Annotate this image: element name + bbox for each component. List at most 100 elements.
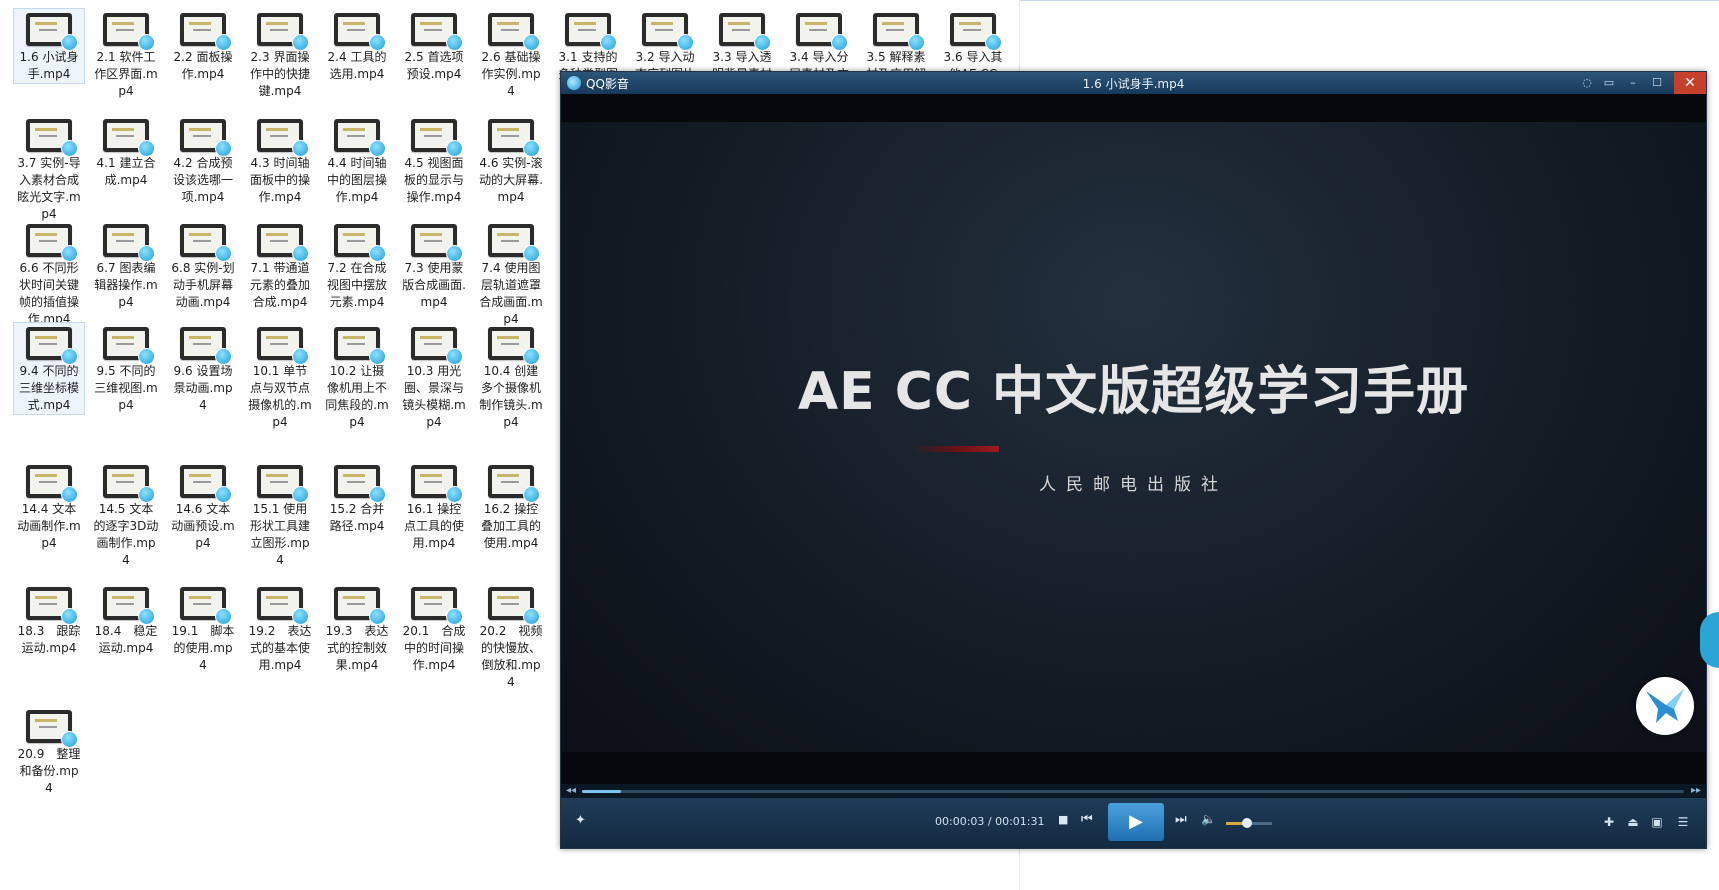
- file-tile[interactable]: 14.5 文本的逐字3D动画制作.mp4: [90, 460, 162, 570]
- video-thumbnail-icon: [565, 13, 617, 51]
- close-button[interactable]: ✕: [1674, 72, 1706, 94]
- volume-slider[interactable]: [1226, 818, 1272, 828]
- next-icon[interactable]: ⏭: [1175, 812, 1187, 827]
- file-tile[interactable]: 20.2 视频的快慢放、倒放和.mp4: [475, 582, 547, 692]
- file-tile[interactable]: 4.1 建立合成.mp4: [90, 114, 162, 190]
- file-name: 10.1 单节点与双节点摄像机的.mp4: [248, 364, 312, 429]
- video-thumbnail-icon: [334, 587, 386, 625]
- file-tile[interactable]: 2.5 首选项预设.mp4: [398, 8, 470, 84]
- eject-icon[interactable]: ⏏: [1624, 813, 1642, 831]
- file-tile[interactable]: 2.6 基础操作实例.mp4: [475, 8, 547, 101]
- file-tile[interactable]: 7.4 使用图层轨道遮罩合成画面.mp4: [475, 219, 547, 329]
- file-tile[interactable]: 19.1 脚本的使用.mp4: [167, 582, 239, 675]
- file-tile[interactable]: 4.4 时间轴中的图层操作.mp4: [321, 114, 393, 207]
- file-name: 20.1 合成中的时间操作.mp4: [402, 624, 466, 672]
- video-thumbnail-icon: [257, 465, 309, 503]
- file-tile[interactable]: 18.3 跟踪运动.mp4: [13, 582, 85, 658]
- video-thumbnail-icon: [103, 327, 155, 365]
- video-thumbnail-icon: [411, 327, 463, 365]
- file-tile[interactable]: 6.6 不同形状时间关键帧的插值操作.mp4: [13, 219, 85, 329]
- file-tile[interactable]: 7.3 使用蒙版合成画面.mp4: [398, 219, 470, 312]
- video-thumbnail-icon: [103, 13, 155, 51]
- maximize-icon[interactable]: ☐: [1648, 75, 1666, 91]
- file-tile[interactable]: 20.9 整理和备份.mp4: [13, 705, 85, 798]
- file-tile[interactable]: 6.7 图表编辑器操作.mp4: [90, 219, 162, 312]
- file-name: 18.4 稳定运动.mp4: [94, 624, 158, 655]
- file-name: 15.1 使用形状工具建立图形.mp4: [249, 502, 310, 567]
- video-thumbnail-icon: [26, 327, 78, 365]
- file-tile[interactable]: 9.6 设置场景动画.mp4: [167, 322, 239, 415]
- video-thumbnail-icon: [26, 13, 78, 51]
- file-tile[interactable]: 9.5 不同的三维视图.mp4: [90, 322, 162, 415]
- file-tile[interactable]: 20.1 合成中的时间操作.mp4: [398, 582, 470, 675]
- file-tile[interactable]: 10.2 让摄像机用上不同焦段的.mp4: [321, 322, 393, 432]
- file-name: 9.5 不同的三维视图.mp4: [94, 364, 158, 412]
- volume-icon[interactable]: 🔈: [1201, 812, 1216, 826]
- file-tile[interactable]: 9.4 不同的三维坐标模式.mp4: [13, 322, 85, 415]
- file-tile[interactable]: 2.3 界面操作中的快捷键.mp4: [244, 8, 316, 101]
- video-thumbnail-icon: [26, 119, 78, 157]
- previous-icon[interactable]: ⏮: [1081, 812, 1093, 827]
- file-tile[interactable]: 2.2 面板操作.mp4: [167, 8, 239, 84]
- video-thumbnail-icon: [411, 587, 463, 625]
- video-thumbnail-icon: [180, 587, 232, 625]
- video-frame-publisher: 人民邮电出版社: [1039, 475, 1228, 495]
- file-tile[interactable]: 10.3 用光圈、景深与镜头模糊.mp4: [398, 322, 470, 432]
- bird-logo-icon[interactable]: [1636, 677, 1694, 735]
- file-name: 20.9 整理和备份.mp4: [17, 747, 81, 795]
- effects-icon[interactable]: ✦: [575, 813, 586, 828]
- file-tile[interactable]: 7.2 在合成视图中摆放元素.mp4: [321, 219, 393, 312]
- file-tile[interactable]: 4.6 实例-滚动的大屏幕.mp4: [475, 114, 547, 207]
- stop-icon[interactable]: ■: [1058, 813, 1068, 826]
- title-bar[interactable]: QQ影音 1.6 小试身手.mp4 ◌ ▭ – ☐ ✕: [561, 72, 1706, 94]
- file-tile[interactable]: 18.4 稳定运动.mp4: [90, 582, 162, 658]
- seek-track[interactable]: [582, 790, 1684, 793]
- file-tile[interactable]: 16.2 操控叠加工具的使用.mp4: [475, 460, 547, 553]
- mini-mode-icon[interactable]: ▭: [1600, 75, 1618, 91]
- file-tile[interactable]: 10.4 创建多个摄像机制作镜头.mp4: [475, 322, 547, 432]
- minimize-icon[interactable]: –: [1624, 75, 1642, 91]
- seek-bar[interactable]: ◂◂ ▸▸: [561, 784, 1706, 798]
- video-thumbnail-icon: [257, 13, 309, 51]
- fast-forward-icon[interactable]: ▸▸: [1691, 785, 1701, 796]
- file-tile[interactable]: 2.4 工具的选用.mp4: [321, 8, 393, 84]
- file-tile[interactable]: 3.7 实例-导入素材合成眩光文字.mp4: [13, 114, 85, 224]
- file-tile[interactable]: 15.2 合并路径.mp4: [321, 460, 393, 536]
- file-name: 14.4 文本动画制作.mp4: [17, 502, 81, 550]
- rewind-icon[interactable]: ◂◂: [566, 785, 576, 796]
- player-window: QQ影音 1.6 小试身手.mp4 ◌ ▭ – ☐ ✕ AE CC 中文版超级学…: [560, 71, 1707, 849]
- toolbox-icon[interactable]: ✚: [1600, 813, 1618, 831]
- file-tile[interactable]: 19.2 表达式的基本使用.mp4: [244, 582, 316, 675]
- file-tile[interactable]: 14.6 文本动画预设.mp4: [167, 460, 239, 553]
- video-thumbnail-icon: [334, 224, 386, 262]
- floating-widget-edge[interactable]: [1700, 612, 1719, 668]
- file-tile[interactable]: 16.1 操控点工具的使用.mp4: [398, 460, 470, 553]
- file-tile[interactable]: 4.2 合成预设该选哪一项.mp4: [167, 114, 239, 207]
- screen-icon[interactable]: ▣: [1648, 813, 1666, 831]
- video-thumbnail-icon: [796, 13, 848, 51]
- video-thumbnail-icon: [103, 465, 155, 503]
- file-tile[interactable]: 2.1 软件工作区界面.mp4: [90, 8, 162, 101]
- chat-bubble-icon[interactable]: ◌: [1578, 75, 1596, 91]
- seek-progress: [582, 790, 621, 793]
- file-name: 3.7 实例-导入素材合成眩光文字.mp4: [17, 156, 81, 221]
- file-tile[interactable]: 15.1 使用形状工具建立图形.mp4: [244, 460, 316, 570]
- file-tile[interactable]: 4.5 视图面板的显示与操作.mp4: [398, 114, 470, 207]
- file-tile[interactable]: 10.1 单节点与双节点摄像机的.mp4: [244, 322, 316, 432]
- playlist-icon[interactable]: ☰: [1674, 813, 1692, 831]
- video-frame-title: AE CC 中文版超级学习手册: [797, 362, 1470, 422]
- file-name: 4.1 建立合成.mp4: [96, 156, 156, 187]
- file-tile[interactable]: 6.8 实例-划动手机屏幕动画.mp4: [167, 219, 239, 312]
- video-thumbnail-icon: [488, 327, 540, 365]
- file-tile[interactable]: 4.3 时间轴面板中的操作.mp4: [244, 114, 316, 207]
- file-name: 7.4 使用图层轨道遮罩合成画面.mp4: [479, 261, 543, 326]
- file-name: 10.4 创建多个摄像机制作镜头.mp4: [479, 364, 543, 429]
- volume-knob[interactable]: [1241, 818, 1252, 828]
- file-tile[interactable]: 7.1 带通道元素的叠加合成.mp4: [244, 219, 316, 312]
- video-area[interactable]: AE CC 中文版超级学习手册 人民邮电出版社: [561, 94, 1706, 784]
- file-tile[interactable]: 19.3 表达式的控制效果.mp4: [321, 582, 393, 675]
- file-tile[interactable]: 1.6 小试身手.mp4: [13, 8, 85, 84]
- file-tile[interactable]: 14.4 文本动画制作.mp4: [13, 460, 85, 553]
- play-icon[interactable]: ▶: [1108, 803, 1164, 841]
- file-name: 20.2 视频的快慢放、倒放和.mp4: [479, 624, 543, 689]
